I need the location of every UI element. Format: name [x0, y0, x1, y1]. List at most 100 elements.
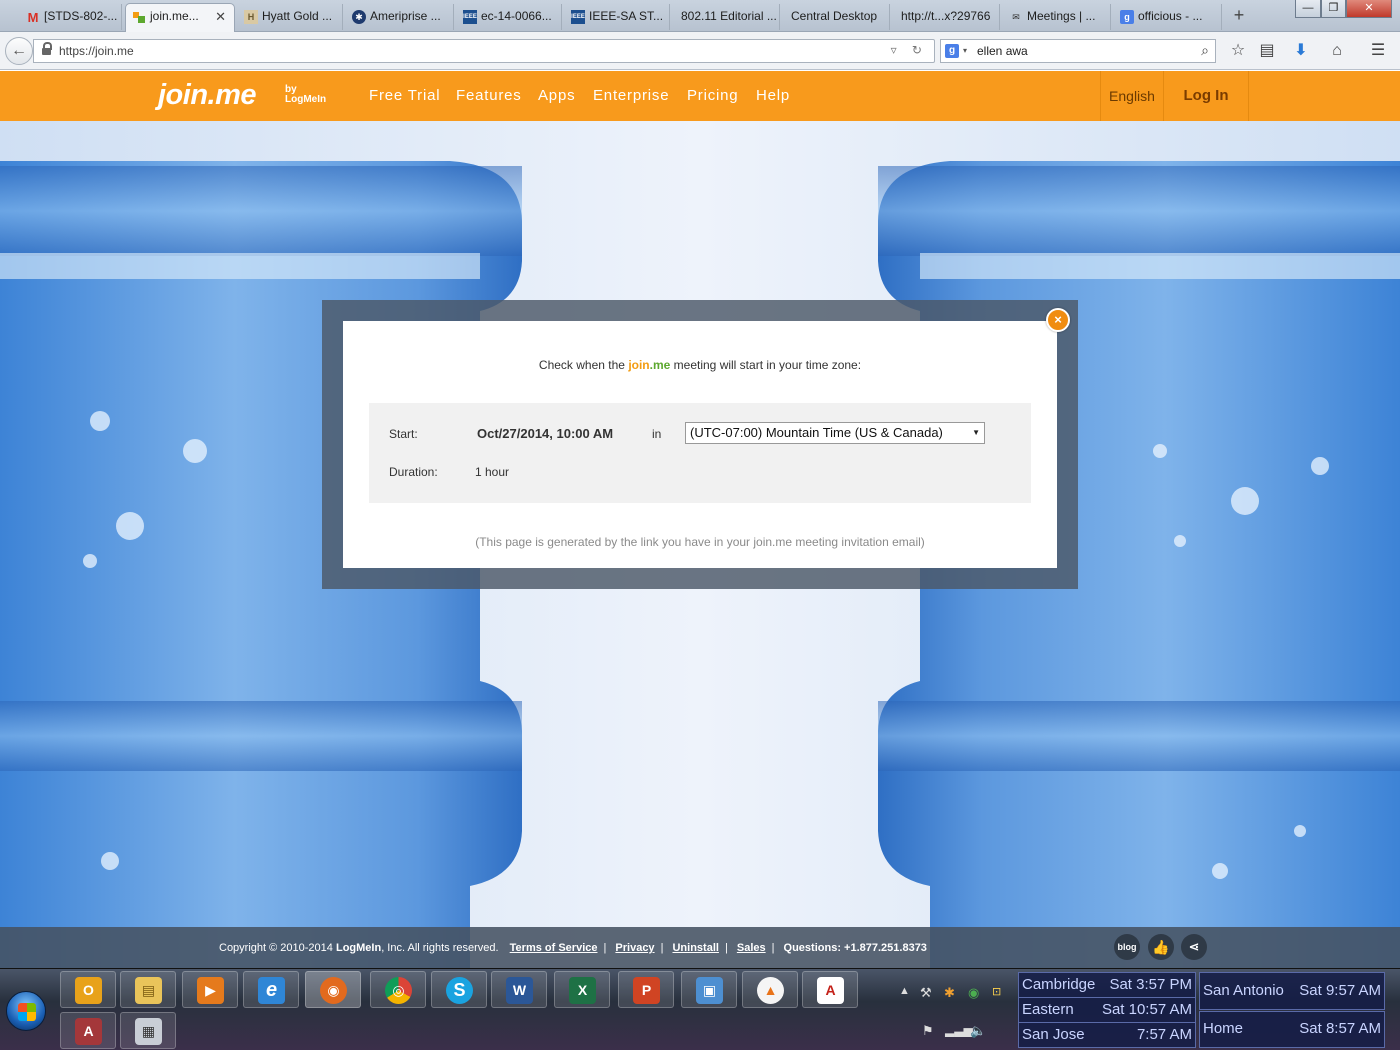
- close-dialog-button[interactable]: ×: [1046, 308, 1070, 332]
- search-input[interactable]: ellen awa: [977, 44, 1028, 58]
- chevron-down-icon[interactable]: ▾: [963, 46, 967, 55]
- browser-tab-meetings[interactable]: ✉ Meetings | ...: [1003, 4, 1111, 30]
- taskbar-access[interactable]: A: [60, 1012, 116, 1049]
- timezone-select[interactable]: (UTC-07:00) Mountain Time (US & Canada) …: [685, 422, 985, 444]
- page-icon: H: [244, 10, 258, 24]
- clock-cambridge[interactable]: Cambridge Sat 3:57 PM: [1018, 972, 1196, 998]
- nav-enterprise[interactable]: Enterprise: [593, 87, 669, 104]
- clock-san-jose[interactable]: San Jose 7:57 AM: [1018, 1022, 1196, 1048]
- questions-phone: Questions: +1.877.251.8373: [783, 942, 927, 954]
- new-tab-button[interactable]: +: [1228, 4, 1250, 28]
- downloads-icon[interactable]: ⬇: [1291, 41, 1311, 61]
- taskbar-outlook[interactable]: O: [60, 971, 116, 1008]
- browser-tab-joinme[interactable]: join.me... ✕: [125, 3, 235, 33]
- browser-tab-gmail[interactable]: M [STDS-802-...: [20, 4, 122, 30]
- taskbar-chrome[interactable]: ◎: [370, 971, 426, 1008]
- logo-brand-text: LogMeIn: [285, 94, 327, 105]
- clock-home[interactable]: Home Sat 8:57 AM: [1199, 1011, 1385, 1048]
- calculator-icon: ▦: [135, 1018, 162, 1045]
- nav-apps[interactable]: Apps: [538, 87, 575, 104]
- search-box[interactable]: g ▾ ellen awa ⌕: [940, 39, 1216, 63]
- volume-icon[interactable]: 🔈: [970, 1023, 986, 1039]
- menu-icon[interactable]: ☰: [1368, 41, 1388, 61]
- minimize-window-button[interactable]: —: [1295, 0, 1321, 18]
- start-button[interactable]: [6, 991, 46, 1031]
- joinme-logo[interactable]: join.me: [158, 79, 257, 112]
- copyright-prefix: Copyright © 2010-2014: [219, 942, 336, 954]
- taskbar-acrobat[interactable]: A: [802, 971, 858, 1008]
- back-button[interactable]: ←: [5, 37, 33, 65]
- timezone-check-dialog: Check when the join.me meeting will star…: [343, 321, 1057, 568]
- taskbar-firefox[interactable]: ◉: [305, 971, 361, 1008]
- nav-pricing[interactable]: Pricing: [687, 87, 738, 104]
- bluetooth-icon[interactable]: ✱: [944, 985, 955, 1001]
- clock-time: Sat 9:57 AM: [1299, 982, 1381, 999]
- taskbar-powerpoint[interactable]: P: [618, 971, 674, 1008]
- taskbar-media-player[interactable]: ▶: [182, 971, 238, 1008]
- browser-tab-80211[interactable]: 802.11 Editorial ...: [673, 4, 780, 30]
- taskbar-internet-explorer[interactable]: e: [243, 971, 299, 1008]
- sales-link[interactable]: Sales: [737, 942, 766, 954]
- privacy-link[interactable]: Privacy: [615, 942, 654, 954]
- signal-icon[interactable]: ▂▃▅: [945, 1023, 973, 1037]
- taskbar-explorer[interactable]: ▤: [120, 971, 176, 1008]
- clock-time: Sat 10:57 AM: [1101, 1001, 1192, 1018]
- tab-label: Ameriprise ...: [370, 9, 441, 23]
- share-icon[interactable]: ⋖: [1181, 934, 1207, 960]
- security-icon[interactable]: ⊡: [992, 985, 1001, 998]
- google-icon[interactable]: g: [945, 44, 959, 58]
- site-header: join.me by LogMeIn Free Trial Features A…: [0, 71, 1400, 121]
- browser-tab-officious[interactable]: g officious - ...: [1114, 4, 1222, 30]
- clock-time: Sat 8:57 AM: [1299, 1020, 1381, 1037]
- bookmarks-list-icon[interactable]: ▤: [1257, 41, 1277, 61]
- browser-tab-ameriprise[interactable]: ✱ Ameriprise ...: [346, 4, 454, 30]
- clock-eastern[interactable]: Eastern Sat 10:57 AM: [1018, 997, 1196, 1023]
- action-center-icon[interactable]: ⚑: [922, 1023, 934, 1039]
- prompt-brand-join: join: [628, 358, 650, 372]
- taskbar-skype[interactable]: S: [431, 971, 487, 1008]
- browser-tab-ieee-sa[interactable]: IEEE IEEE-SA ST...: [565, 4, 670, 30]
- search-icon[interactable]: ⌕: [1201, 42, 1209, 59]
- tab-label: [STDS-802-...: [44, 9, 118, 23]
- browser-tab-central-desktop[interactable]: Central Desktop: [783, 4, 890, 30]
- home-icon[interactable]: ⌂: [1327, 41, 1347, 61]
- network-tool-icon[interactable]: ⚒: [920, 985, 932, 1001]
- maximize-window-button[interactable]: ❐: [1321, 0, 1346, 18]
- tab-label: 802.11 Editorial ...: [681, 9, 777, 23]
- outlook-icon: O: [75, 977, 102, 1004]
- blog-icon[interactable]: blog: [1114, 934, 1140, 960]
- taskbar-excel[interactable]: X: [554, 971, 610, 1008]
- address-bar[interactable]: https://join.me ▿ ↻: [33, 39, 935, 63]
- taskbar-remote-desktop[interactable]: ▣: [681, 971, 737, 1008]
- reload-icon[interactable]: ▿ ↻: [891, 43, 928, 57]
- folder-icon: ▤: [135, 977, 162, 1004]
- address-text[interactable]: https://join.me: [59, 44, 134, 58]
- taskbar-calculator[interactable]: ▦: [120, 1012, 176, 1049]
- skype-icon: S: [446, 977, 473, 1004]
- browser-tab-hyatt[interactable]: H Hyatt Gold ...: [238, 4, 343, 30]
- sync-icon[interactable]: ◉: [968, 985, 979, 1001]
- show-hidden-icons[interactable]: ▲: [899, 985, 910, 997]
- nav-help[interactable]: Help: [756, 87, 790, 104]
- browser-tab-ieee-ec[interactable]: IEEE ec-14-0066...: [457, 4, 562, 30]
- clock-san-antonio[interactable]: San Antonio Sat 9:57 AM: [1199, 972, 1385, 1010]
- timezone-selected-value: (UTC-07:00) Mountain Time (US & Canada): [690, 425, 943, 440]
- taskbar-vlc[interactable]: ▲: [742, 971, 798, 1008]
- chevron-down-icon[interactable]: ▼: [972, 423, 980, 443]
- nav-features[interactable]: Features: [456, 87, 522, 104]
- close-window-button[interactable]: ✕: [1346, 0, 1392, 18]
- tab-label: join.me...: [150, 9, 199, 23]
- terms-of-service-link[interactable]: Terms of Service: [510, 942, 598, 954]
- login-button[interactable]: Log In: [1163, 71, 1249, 121]
- thumbs-up-icon[interactable]: 👍: [1148, 934, 1174, 960]
- bookmark-star-icon[interactable]: ☆: [1228, 41, 1248, 61]
- uninstall-link[interactable]: Uninstall: [672, 942, 718, 954]
- tab-label: ec-14-0066...: [481, 9, 552, 23]
- close-tab-icon[interactable]: ✕: [215, 4, 226, 29]
- language-selector[interactable]: English: [1100, 71, 1163, 121]
- google-icon: g: [1120, 10, 1134, 24]
- browser-tab-http[interactable]: http://t...x?29766: [893, 4, 1000, 30]
- site-footer: Copyright © 2010-2014 LogMeIn, Inc. All …: [0, 927, 1400, 968]
- nav-free-trial[interactable]: Free Trial: [369, 87, 440, 104]
- taskbar-word[interactable]: W: [491, 971, 547, 1008]
